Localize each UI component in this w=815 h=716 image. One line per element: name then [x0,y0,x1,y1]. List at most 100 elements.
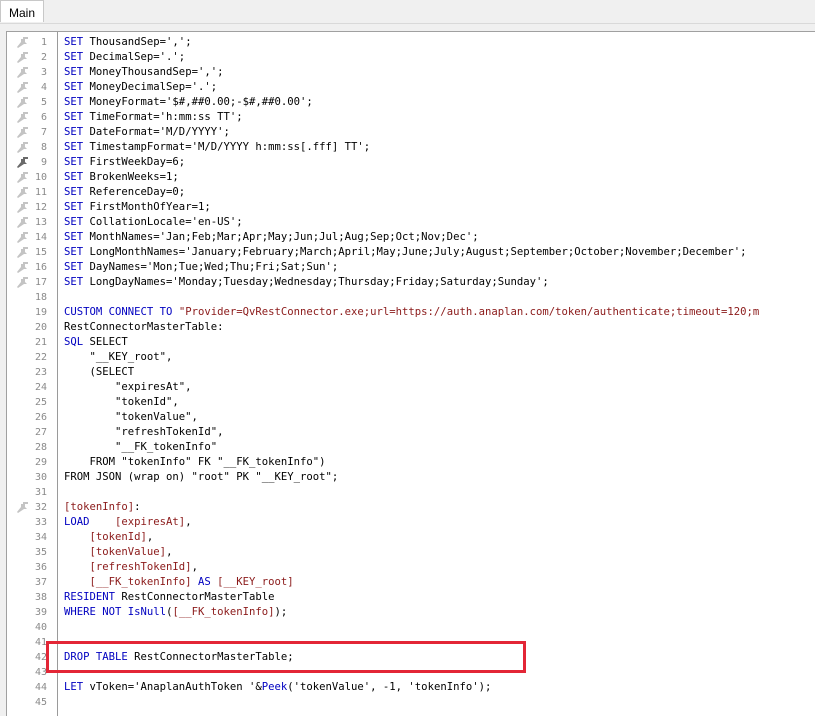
code-line[interactable]: SET FirstMonthOfYear=1; [64,200,211,215]
code-line[interactable]: SET BrokenWeeks=1; [64,170,179,185]
code-line[interactable]: [__FK_tokenInfo] AS [__KEY_root] [64,575,294,590]
code-line[interactable]: [tokenInfo]: [64,500,141,515]
code-token: BrokenWeeks=1; [83,171,179,183]
bookmark-pin-icon[interactable] [15,186,29,199]
code-line[interactable]: LOAD [expiresAt], [64,515,192,530]
code-line[interactable]: SET CollationLocale='en-US'; [64,215,243,230]
code-token: "Provider=QvRestConnector.exe;url=https:… [172,306,760,318]
line-number: 40 [34,622,47,633]
code-token: ); [274,606,288,618]
code-token: RestConnectorMasterTable [115,591,275,603]
code-token: (SELECT [64,366,135,378]
code-line[interactable]: RESIDENT RestConnectorMasterTable [64,590,274,605]
code-line[interactable]: SQL SELECT [64,335,128,350]
code-line[interactable]: SET LongMonthNames='January;February;Mar… [64,245,746,260]
line-number: 30 [34,472,47,483]
bookmark-pin-icon[interactable] [15,501,29,514]
code-line[interactable]: SET ThousandSep=','; [64,35,192,50]
code-token: SET [64,36,84,48]
code-token: SET [64,186,84,198]
tab-main[interactable]: Main [0,0,45,22]
code-line[interactable]: [tokenId], [64,530,154,545]
script-editor[interactable]: 1 2 3 4 5 6 7 8 9 10 11 12 13 14 15 16 17 18 19 20 21 22 23 24 2… [6,31,815,716]
code-line[interactable]: SET DayNames='Mon;Tue;Wed;Thu;Fri;Sat;Su… [64,260,338,275]
code-line[interactable]: LET vToken='AnaplanAuthToken '&Peek('tok… [64,680,491,695]
line-number: 20 [34,322,47,333]
code-line[interactable]: SET MoneyFormat='$#,##0.00;-$#,##0.00'; [64,95,313,110]
code-token: DateFormat='M/D/YYYY'; [83,126,230,138]
code-token: "__FK_tokenInfo" [64,441,218,453]
code-token: FirstMonthOfYear=1; [83,201,211,213]
line-number: 21 [34,337,47,348]
code-line[interactable]: SET DecimalSep='.'; [64,50,185,65]
code-token: [tokenValue] [89,546,167,558]
code-token: "tokenValue", [64,411,198,423]
code-token: IsNull [127,606,167,618]
code-line[interactable]: SET MoneyThousandSep=','; [64,65,223,80]
code-line[interactable]: SET LongDayNames='Monday;Tuesday;Wednesd… [64,275,549,290]
bookmark-pin-icon[interactable] [15,171,29,184]
code-token: CUSTOM CONNECT TO [64,306,173,318]
code-line[interactable]: SET MonthNames='Jan;Feb;Mar;Apr;May;Jun;… [64,230,479,245]
code-token: [__KEY_root] [217,576,294,588]
code-line[interactable]: SET DateFormat='M/D/YYYY'; [64,125,230,140]
bookmark-pin-icon[interactable] [15,141,29,154]
code-line[interactable]: SET TimestampFormat='M/D/YYYY h:mm:ss[.f… [64,140,370,155]
code-line[interactable]: "expiresAt", [64,380,192,395]
code-token: "__KEY_root", [64,351,173,363]
bookmark-pin-icon[interactable] [15,231,29,244]
code-token: FirstWeekDay=6; [83,156,186,168]
bookmark-pin-icon[interactable] [15,66,29,79]
line-number: 25 [34,397,47,408]
bookmark-pin-icon[interactable] [15,276,29,289]
bookmark-pin-icon[interactable] [15,201,29,214]
code-token: ThousandSep=',' [83,36,186,48]
code-line[interactable]: "tokenValue", [64,410,198,425]
bookmark-pin-icon[interactable] [15,156,29,169]
code-line[interactable]: RestConnectorMasterTable: [64,320,223,335]
code-token: SET [64,231,84,243]
bookmark-pin-icon[interactable] [15,111,29,124]
bookmark-pin-icon[interactable] [15,126,29,139]
code-token: WHERE NOT [64,606,122,618]
code-line[interactable]: "__FK_tokenInfo" [64,440,217,455]
bookmark-pin-icon[interactable] [15,246,29,259]
code-token: MoneyThousandSep=','; [83,66,224,78]
code-line[interactable]: FROM JSON (wrap on) "root" PK "__KEY_roo… [64,470,338,485]
code-line[interactable]: [refreshTokenId], [64,560,198,575]
code-line[interactable]: (SELECT [64,365,135,380]
code-token: DayNames='Mon;Tue;Wed;Thu;Fri;Sat;Sun'; [83,261,339,273]
code-token: SET [64,216,84,228]
code-token: LongMonthNames='January;February;March;A… [83,246,747,258]
code-line[interactable]: SET ReferenceDay=0; [64,185,185,200]
bookmark-pin-icon[interactable] [15,81,29,94]
code-token: : [134,501,141,513]
code-area[interactable]: SET ThousandSep=','; SET DecimalSep='.'; S… [58,32,815,716]
line-number: 36 [34,562,47,573]
code-line[interactable]: "refreshTokenId", [64,425,223,440]
code-line[interactable]: "__KEY_root", [64,350,173,365]
line-number: 45 [34,697,47,708]
code-line[interactable]: SET FirstWeekDay=6; [64,155,185,170]
code-token: SET [64,81,84,93]
bookmark-pin-icon[interactable] [15,96,29,109]
code-line[interactable]: CUSTOM CONNECT TO "Provider=QvRestConnec… [64,305,759,320]
code-line[interactable]: SET MoneyDecimalSep='.'; [64,80,217,95]
line-number: 39 [34,607,47,618]
bookmark-pin-icon[interactable] [15,36,29,49]
line-number: 28 [34,442,47,453]
bookmark-pin-icon[interactable] [15,216,29,229]
code-line[interactable]: "tokenId", [64,395,179,410]
code-token: MonthNames='Jan;Feb;Mar;Apr;May;Jun;Jul;… [83,231,479,243]
bookmark-pin-icon[interactable] [15,51,29,64]
code-token: [tokenId] [89,531,147,543]
code-line[interactable]: SET TimeFormat='h:mm:ss TT'; [64,110,243,125]
code-line[interactable]: WHERE NOT IsNull([__FK_tokenInfo]); [64,605,287,620]
code-token: ReferenceDay=0; [83,186,186,198]
code-line[interactable]: [tokenValue], [64,545,173,560]
bookmark-pin-icon[interactable] [15,261,29,274]
code-token: SELECT [83,336,128,348]
code-line[interactable]: FROM "tokenInfo" FK "__FK_tokenInfo") [64,455,326,470]
